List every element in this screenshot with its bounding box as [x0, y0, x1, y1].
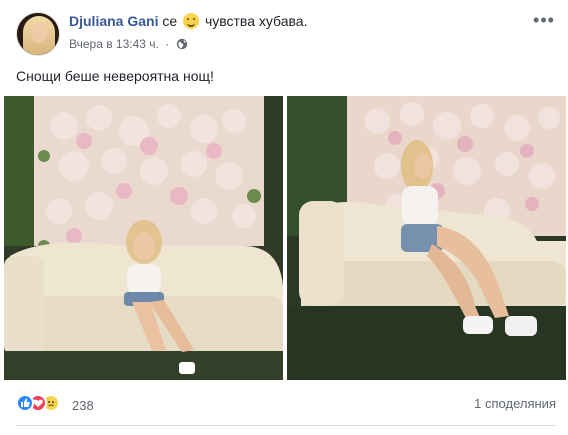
post-footer: 238 1 споделяния	[16, 392, 556, 416]
author-name[interactable]: Djuliana Gani	[69, 13, 158, 29]
globe-icon[interactable]	[176, 38, 188, 50]
reaction-count: 238	[72, 398, 94, 413]
footer-divider	[16, 425, 556, 426]
shares-link[interactable]: 1 споделяния	[474, 396, 556, 411]
post-header: Djuliana Gani се чувства хубава. Вчера в…	[16, 11, 556, 56]
like-icon	[16, 394, 34, 412]
more-options-icon[interactable]: •••	[532, 11, 556, 30]
post-timestamp[interactable]: Вчера в 13:43 ч.	[69, 37, 159, 51]
photo-right[interactable]	[287, 96, 566, 380]
meta-separator: ·	[165, 37, 170, 51]
post-meta: Вчера в 13:43 ч. ·	[69, 37, 188, 51]
photo-right-image	[287, 96, 566, 380]
author-line: Djuliana Gani се чувства хубава.	[69, 13, 307, 29]
photo-left-image	[4, 96, 283, 380]
photo-grid	[4, 96, 566, 382]
photo-left[interactable]	[4, 96, 283, 380]
avatar[interactable]	[16, 12, 60, 56]
feeling-text: чувства хубава.	[204, 13, 308, 29]
post-text: Снощи беше невероятна нощ!	[16, 68, 214, 84]
feeling-prefix: се	[162, 13, 178, 29]
avatar-face	[31, 23, 47, 43]
smile-emoji-icon	[183, 13, 200, 29]
